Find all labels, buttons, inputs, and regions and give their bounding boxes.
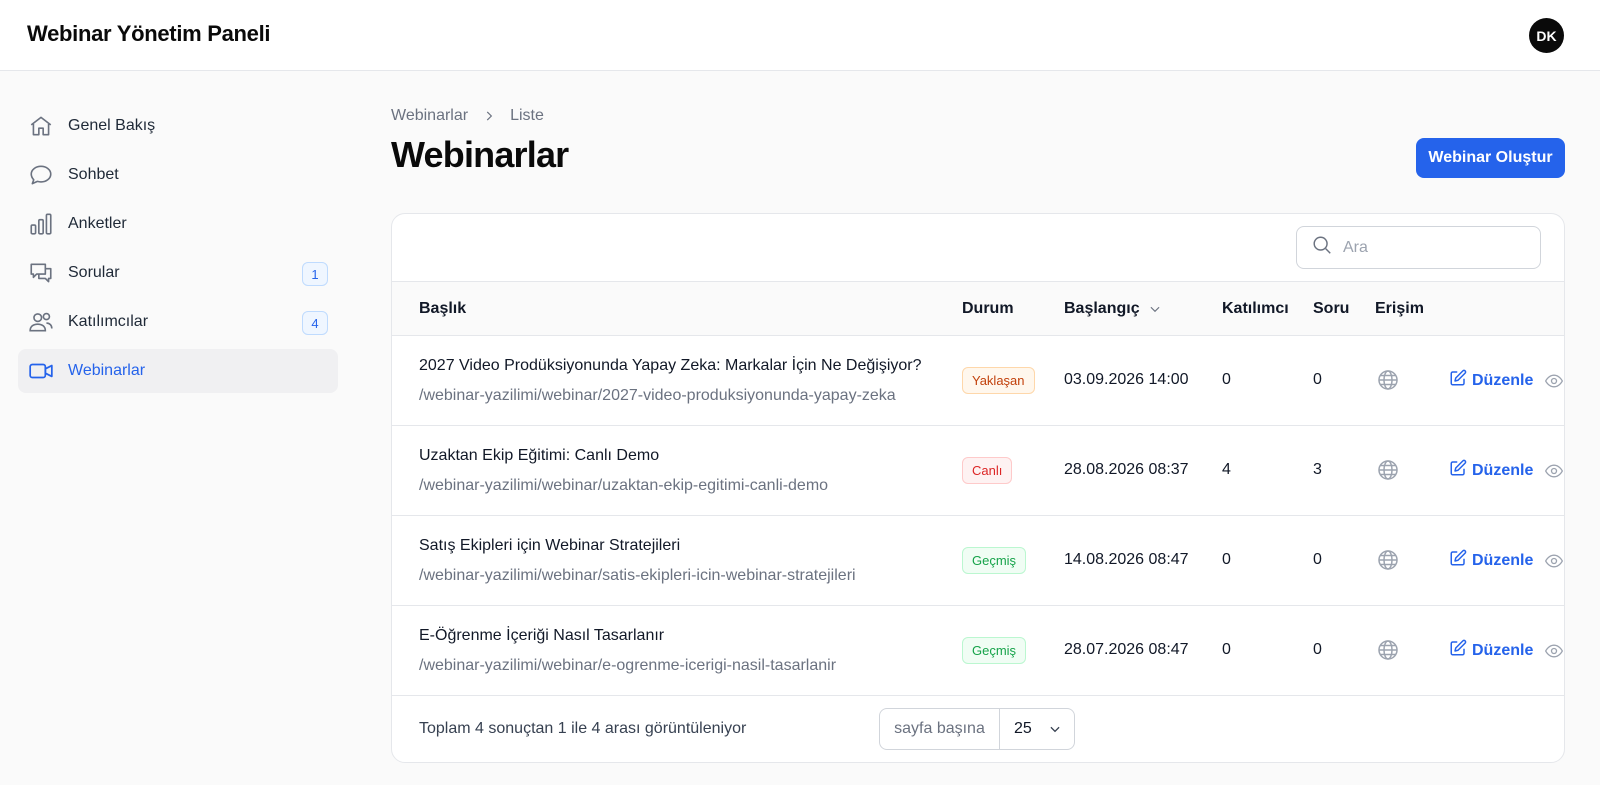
column-header-access: Erişim <box>1375 300 1424 317</box>
table-header: Başlık Durum Başlangıç Katılımcı Soru Er… <box>392 281 1564 336</box>
participant-count: 0 <box>1222 641 1231 658</box>
sidebar-item-label: Katılımcılar <box>68 313 149 330</box>
sidebar-item-katilimcilar[interactable]: Katılımcılar 4 <box>18 300 338 344</box>
sidebar-item-label: Sohbet <box>68 166 119 183</box>
webinar-slug: /webinar-yazilimi/webinar/uzaktan-ekip-e… <box>419 477 829 494</box>
sidebar-item-webinarlar[interactable]: Webinarlar <box>18 349 338 393</box>
webinar-title[interactable]: Uzaktan Ekip Eğitimi: Canlı Demo <box>419 447 659 465</box>
column-header-start[interactable]: Başlangıç <box>1064 300 1162 318</box>
sidebar-item-label: Webinarlar <box>68 362 146 379</box>
create-webinar-button[interactable]: Webinar Oluştur <box>1416 138 1565 178</box>
sidebar-item-label: Anketler <box>68 215 127 232</box>
table-row: E-Öğrenme İçeriği Nasıl Tasarlanır /webi… <box>392 606 1564 696</box>
chevron-down-icon <box>1048 722 1062 736</box>
participant-count: 0 <box>1222 551 1231 568</box>
question-count: 3 <box>1313 461 1322 478</box>
per-page-label: sayfa başına <box>880 709 1000 749</box>
edit-link[interactable]: Düzenle <box>1449 639 1533 662</box>
table-row: Uzaktan Ekip Eğitimi: Canlı Demo /webina… <box>392 426 1564 516</box>
search-input[interactable] <box>1343 238 1523 257</box>
status-badge: Yaklaşan <box>962 367 1035 394</box>
globe-icon <box>1376 638 1400 667</box>
chevron-right-icon <box>482 109 496 123</box>
per-page-select[interactable]: 25 <box>1000 709 1074 749</box>
status-badge: Canlı <box>962 457 1013 484</box>
edit-label: Düzenle <box>1472 551 1534 569</box>
breadcrumb: Webinarlar Liste <box>391 107 544 125</box>
sidebar-item-genel-bakis[interactable]: Genel Bakış <box>18 104 338 148</box>
table-row: 2027 Video Prodüksiyonunda Yapay Zeka: M… <box>392 336 1564 426</box>
app-title: Webinar Yönetim Paneli <box>27 21 271 46</box>
column-header-participants: Katılımcı <box>1222 300 1289 317</box>
breadcrumb-current: Liste <box>510 107 544 124</box>
users-icon <box>28 309 54 335</box>
eye-icon[interactable] <box>1544 551 1564 576</box>
pagination-summary: Toplam 4 sonuçtan 1 ile 4 arası görüntül… <box>419 720 747 737</box>
start-date: 28.08.2026 08:37 <box>1064 461 1189 478</box>
column-header-start-label: Başlangıç <box>1064 300 1140 317</box>
sidebar: Genel Bakış Sohbet Anketler Sorular 1 Ka… <box>18 104 338 398</box>
eye-icon[interactable] <box>1544 371 1564 396</box>
edit-link[interactable]: Düzenle <box>1449 549 1533 572</box>
per-page-value: 25 <box>1014 720 1032 737</box>
column-header-questions: Soru <box>1313 300 1350 317</box>
webinar-table-card: Başlık Durum Başlangıç Katılımcı Soru Er… <box>391 213 1565 763</box>
webinar-title[interactable]: 2027 Video Prodüksiyonunda Yapay Zeka: M… <box>419 357 922 375</box>
start-date: 28.07.2026 08:47 <box>1064 641 1189 658</box>
search-box[interactable] <box>1296 226 1541 269</box>
top-bar: Webinar Yönetim Paneli DK <box>0 0 1600 71</box>
participant-count: 0 <box>1222 371 1231 388</box>
page-title: Webinarlar <box>391 134 569 175</box>
globe-icon <box>1376 368 1400 397</box>
question-count: 0 <box>1313 551 1322 568</box>
participant-count: 4 <box>1222 461 1231 478</box>
edit-icon <box>1449 459 1472 482</box>
webinar-slug: /webinar-yazilimi/webinar/2027-video-pro… <box>419 387 896 404</box>
sidebar-item-sorular[interactable]: Sorular 1 <box>18 251 338 295</box>
count-badge: 4 <box>302 311 328 335</box>
home-icon <box>28 113 54 139</box>
eye-icon[interactable] <box>1544 461 1564 486</box>
globe-icon <box>1376 458 1400 487</box>
chat-bubble-icon <box>28 162 54 188</box>
search-icon <box>1311 234 1333 261</box>
edit-label: Düzenle <box>1472 371 1534 389</box>
per-page-control: sayfa başına 25 <box>879 708 1075 750</box>
column-header-title: Başlık <box>419 300 467 317</box>
webinar-title[interactable]: E-Öğrenme İçeriği Nasıl Tasarlanır <box>419 627 664 645</box>
edit-icon <box>1449 369 1472 392</box>
edit-label: Düzenle <box>1472 461 1534 479</box>
count-badge: 1 <box>302 262 328 286</box>
question-count: 0 <box>1313 641 1322 658</box>
webinar-title[interactable]: Satış Ekipleri için Webinar Stratejileri <box>419 537 680 555</box>
webinar-slug: /webinar-yazilimi/webinar/satis-ekipleri… <box>419 567 856 584</box>
eye-icon[interactable] <box>1544 641 1564 666</box>
start-date: 14.08.2026 08:47 <box>1064 551 1189 568</box>
table-row: Satış Ekipleri için Webinar Stratejileri… <box>392 516 1564 606</box>
edit-link[interactable]: Düzenle <box>1449 369 1533 392</box>
edit-icon <box>1449 639 1472 662</box>
edit-link[interactable]: Düzenle <box>1449 459 1533 482</box>
status-badge: Geçmiş <box>962 547 1027 574</box>
user-avatar[interactable]: DK <box>1529 18 1564 53</box>
sort-desc-icon <box>1148 302 1162 316</box>
edit-icon <box>1449 549 1472 572</box>
bar-chart-icon <box>28 211 54 237</box>
globe-icon <box>1376 548 1400 577</box>
edit-label: Düzenle <box>1472 641 1534 659</box>
messages-icon <box>28 260 54 286</box>
start-date: 03.09.2026 14:00 <box>1064 371 1189 388</box>
sidebar-item-sohbet[interactable]: Sohbet <box>18 153 338 197</box>
sidebar-item-label: Genel Bakış <box>68 117 156 134</box>
sidebar-item-anketler[interactable]: Anketler <box>18 202 338 246</box>
status-badge: Geçmiş <box>962 637 1027 664</box>
video-camera-icon <box>28 358 54 384</box>
sidebar-item-label: Sorular <box>68 264 120 281</box>
breadcrumb-root[interactable]: Webinarlar <box>391 107 468 125</box>
column-header-status: Durum <box>962 300 1014 317</box>
question-count: 0 <box>1313 371 1322 388</box>
webinar-slug: /webinar-yazilimi/webinar/e-ogrenme-icer… <box>419 657 837 674</box>
